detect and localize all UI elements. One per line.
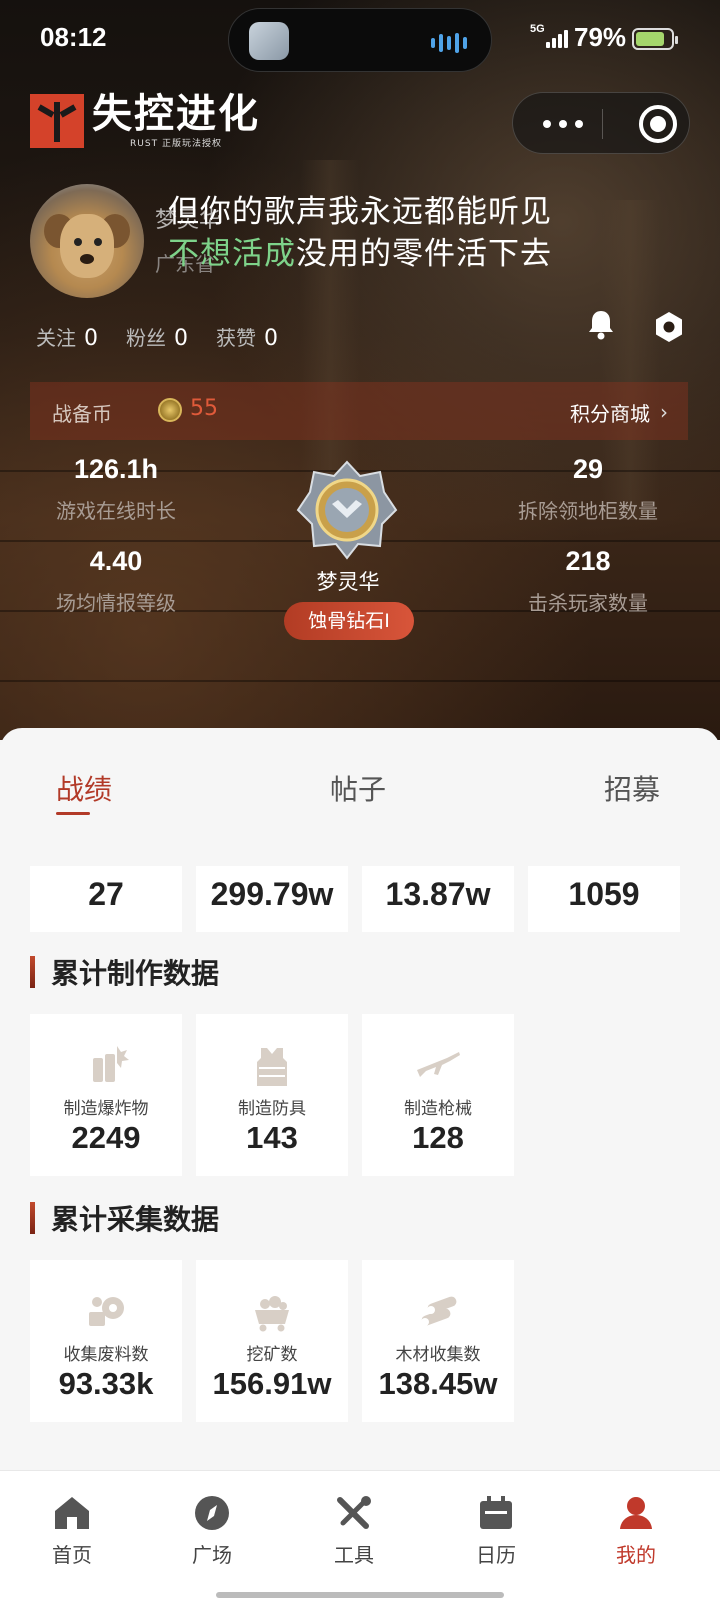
rank-tier-badge: 蚀骨钻石I [284, 602, 414, 640]
craft-card-rifle: 制造枪械 128 [362, 1014, 514, 1176]
nav-calendar[interactable]: 日历 [436, 1495, 556, 1568]
craft-section-header: 累计制作数据 [30, 952, 219, 992]
craft-cards: 制造爆炸物 2249 制造防具 143 制造枪械 128 [30, 1014, 514, 1176]
chevron-right-icon: › [660, 400, 668, 424]
stat-cabinets: 29 拆除领地柜数量 [518, 454, 658, 523]
bell-icon[interactable] [584, 308, 618, 342]
avatar[interactable] [30, 184, 144, 298]
app-logo: 失控进化 RUST 正版玩法授权 [30, 92, 260, 149]
status-bar: 08:12 5G 79% [0, 0, 720, 78]
home-indicator [216, 1592, 504, 1598]
lyric-line-2: 不想活成没用的零件活下去 [168, 228, 552, 273]
network-type: 5G [530, 23, 545, 35]
summary-card: 27 [30, 866, 182, 932]
gather-card-scrap: 收集废料数 93.33k [30, 1260, 182, 1422]
gather-section-title: 累计采集数据 [51, 1203, 220, 1236]
stat-kills: 218 击杀玩家数量 [528, 546, 648, 615]
points-shop-link[interactable]: 积分商城 [570, 398, 650, 427]
rifle-icon [417, 1052, 460, 1077]
battery-percent: 79% [574, 22, 627, 52]
miniprogram-capsule [512, 92, 690, 154]
tab-recruit[interactable]: 招募 [604, 768, 660, 808]
summary-card: 13.87w [362, 866, 514, 932]
summary-cards: 27 299.79w 13.87w 1059 [30, 866, 680, 932]
summary-card: 1059 [528, 866, 680, 932]
rank-player-name: 梦灵华 [316, 570, 380, 594]
stat-intel-level: 4.40 场均情报等级 [56, 546, 176, 615]
social-counts: 关注 0 粉丝 0 获赞 0 [36, 322, 278, 351]
craft-section-title: 累计制作数据 [51, 957, 220, 990]
home-icon [55, 1497, 89, 1529]
gather-card-wood: 木材收集数 138.45w [362, 1260, 514, 1422]
likes-count[interactable]: 获赞 0 [216, 322, 278, 351]
status-time: 08:12 [40, 22, 107, 52]
gather-cards: 收集废料数 93.33k 挖矿数 156.91w 木材收集数 138.45w [30, 1260, 514, 1422]
nav-home[interactable]: 首页 [12, 1495, 132, 1568]
coin-value: 55 [190, 396, 218, 421]
signal-icon [546, 30, 568, 48]
compass-icon [195, 1496, 229, 1530]
logo-mark-icon [30, 93, 84, 148]
logo-title: 失控进化 [92, 91, 260, 137]
scrap-gears-icon [89, 1297, 124, 1326]
stat-online-hours: 126.1h 游戏在线时长 [56, 454, 176, 523]
armor-vest-icon [257, 1048, 287, 1086]
tab-active-indicator [56, 812, 90, 815]
explosive-icon [93, 1046, 129, 1082]
coin-bar[interactable]: 战备币 55 积分商城 › [30, 382, 688, 440]
more-options-button[interactable] [543, 120, 583, 128]
nav-square[interactable]: 广场 [152, 1495, 272, 1568]
nav-mine[interactable]: 我的 [576, 1495, 696, 1568]
close-miniprogram-button[interactable] [639, 105, 677, 143]
gather-card-mining: 挖矿数 156.91w [196, 1260, 348, 1422]
app-thumbnail-icon [249, 22, 289, 60]
mine-cart-icon [255, 1296, 289, 1332]
tools-icon [337, 1496, 371, 1529]
coin-icon [158, 398, 182, 422]
battery-icon [632, 28, 678, 50]
craft-card-explosive: 制造爆炸物 2249 [30, 1014, 182, 1176]
audio-wave-icon [431, 33, 467, 53]
summary-card: 299.79w [196, 866, 348, 932]
user-icon [620, 1497, 652, 1529]
tab-bar: 战绩 帖子 招募 [0, 768, 720, 828]
tab-posts[interactable]: 帖子 [330, 768, 386, 808]
lyric-highlight: 不想活成 [168, 236, 296, 272]
bottom-nav: 首页 广场 工具 日历 我的 [0, 1470, 720, 1600]
rank-badge-icon[interactable] [296, 460, 398, 560]
coin-label: 战备币 [52, 402, 112, 426]
nav-tools[interactable]: 工具 [294, 1495, 414, 1568]
craft-card-armor: 制造防具 143 [196, 1014, 348, 1176]
settings-icon[interactable] [652, 310, 686, 344]
follow-count[interactable]: 关注 0 [36, 322, 98, 351]
gather-section-header: 累计采集数据 [30, 1198, 219, 1238]
calendar-icon [480, 1496, 512, 1529]
content-panel: 战绩 帖子 招募 27 299.79w 13.87w 1059 累计制作数据 制… [0, 728, 720, 1470]
fans-count[interactable]: 粉丝 0 [126, 322, 188, 351]
lyric-line-1: 但你的歌声我永远都能听见 [168, 194, 552, 230]
dynamic-island [228, 8, 492, 72]
lyric-rest: 没用的零件活下去 [296, 236, 552, 272]
wood-logs-icon [421, 1296, 457, 1326]
tab-record[interactable]: 战绩 [56, 768, 112, 808]
logo-subtitle: RUST 正版玩法授权 [130, 139, 222, 149]
